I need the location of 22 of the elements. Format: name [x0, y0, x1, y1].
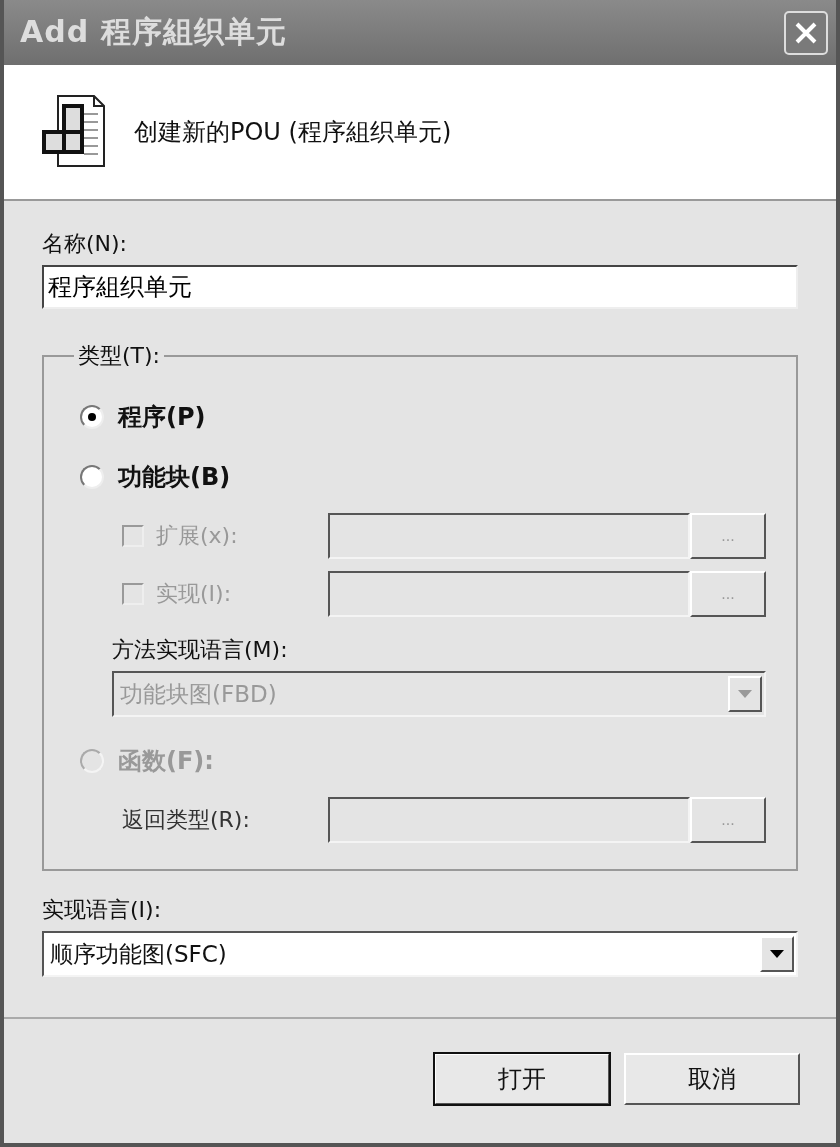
- name-field[interactable]: 程序組织单元: [42, 265, 798, 309]
- field-label: 方法实现语言(M):: [112, 636, 289, 664]
- field-label: 返回类型(R):: [122, 806, 251, 834]
- window-title: Add 程序組织单元: [20, 13, 287, 51]
- field-label: 名称(N):: [42, 230, 129, 258]
- close-button[interactable]: [784, 10, 828, 55]
- radio-button[interactable]: [80, 465, 104, 489]
- document-icon: [42, 94, 106, 170]
- dialog-button[interactable]: 取消: [624, 1053, 800, 1105]
- text-field[interactable]: [328, 571, 690, 617]
- dialog-button[interactable]: 打开: [434, 1053, 610, 1105]
- checkbox-label: 实现(I):: [156, 580, 233, 608]
- radio-label: 功能块(B): [118, 462, 231, 493]
- radio-button[interactable]: [80, 405, 104, 429]
- language-dropdown[interactable]: 顺序功能图(SFC): [42, 931, 798, 977]
- text-field[interactable]: [328, 513, 690, 559]
- checkbox-label: 扩展(x):: [156, 522, 239, 550]
- group-label: 类型(T):: [77, 342, 162, 370]
- field-label: 实现语言(I):: [42, 896, 163, 924]
- radio-label: 程序(P): [118, 402, 206, 433]
- radio-label: 函数(F):: [118, 746, 214, 777]
- header-text: 创建新的POU (程序組织单元): [134, 117, 452, 148]
